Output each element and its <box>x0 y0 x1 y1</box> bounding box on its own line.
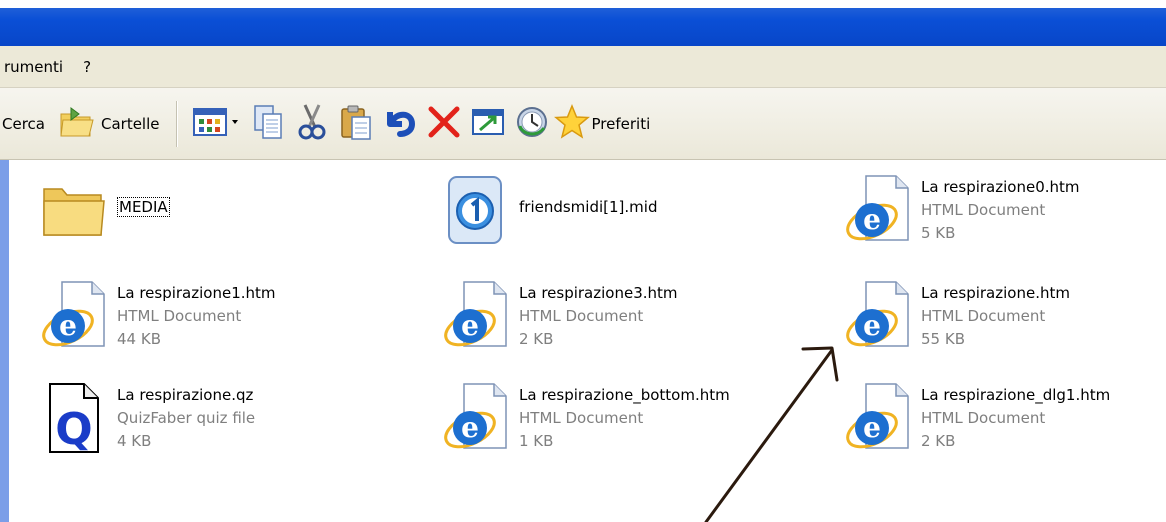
toolbar: Cerca Cartelle Preferiti <box>0 88 1166 160</box>
file-type: HTML Document <box>117 307 242 325</box>
file-size: 1 KB <box>519 432 554 450</box>
file-item-la-respirazione1[interactable]: e La respirazione1.htm HTML Document 44 … <box>33 280 276 352</box>
file-name: La respirazione3.htm <box>519 284 678 302</box>
menu-item-help[interactable]: ? <box>73 58 101 76</box>
folders-button-label: Cartelle <box>100 114 160 133</box>
undo-button[interactable] <box>381 103 419 145</box>
file-type: HTML Document <box>519 307 644 325</box>
file-item-la-respirazione[interactable]: e La respirazione.htm HTML Document 55 K… <box>837 280 1070 352</box>
menu-bar: rumenti ? <box>0 46 1166 88</box>
file-size: 2 KB <box>921 432 956 450</box>
folders-button[interactable]: Cartelle <box>51 98 166 150</box>
favorites-button-label: Preferiti <box>591 114 651 133</box>
html-document-icon: e <box>837 174 917 246</box>
file-name: La respirazione_bottom.htm <box>519 386 730 404</box>
quizfaber-file-icon: Q <box>33 382 113 454</box>
favorites-button[interactable]: Preferiti <box>553 98 657 150</box>
file-type: HTML Document <box>921 307 1046 325</box>
menu-item-strumenti[interactable]: rumenti <box>0 58 73 76</box>
history-button[interactable] <box>513 103 551 145</box>
properties-icon <box>470 104 506 144</box>
html-document-icon: e <box>435 280 515 352</box>
file-size: 4 KB <box>117 432 152 450</box>
cut-button[interactable] <box>293 103 331 145</box>
file-name: friendsmidi[1].mid <box>519 198 658 216</box>
svg-text:e: e <box>863 203 881 236</box>
svg-text:e: e <box>59 309 77 342</box>
delete-x-icon <box>426 104 462 144</box>
svg-text:e: e <box>863 309 881 342</box>
svg-text:e: e <box>461 411 479 444</box>
file-item-la-respirazione3[interactable]: e La respirazione3.htm HTML Document 2 K… <box>435 280 678 352</box>
file-name: MEDIA <box>117 197 170 217</box>
copy-to-button[interactable] <box>249 103 287 145</box>
file-type: HTML Document <box>921 409 1046 427</box>
file-name: La respirazione0.htm <box>921 178 1080 196</box>
window-title-bar <box>0 0 1166 46</box>
delete-button[interactable] <box>425 103 463 145</box>
file-name: La respirazione.htm <box>921 284 1070 302</box>
paste-button[interactable] <box>337 103 375 145</box>
file-type: HTML Document <box>519 409 644 427</box>
folders-icon <box>57 104 97 144</box>
file-size: 55 KB <box>921 330 965 348</box>
svg-text:e: e <box>461 309 479 342</box>
html-document-icon: e <box>33 280 113 352</box>
svg-text:Q: Q <box>55 404 92 454</box>
file-item-friendsmidi[interactable]: friendsmidi[1].mid <box>435 174 657 246</box>
midi-file-icon <box>435 174 515 246</box>
undo-icon <box>382 104 418 144</box>
search-button[interactable]: Cerca <box>0 98 51 150</box>
file-type: HTML Document <box>921 201 1046 219</box>
explorer-left-pane-edge <box>0 160 9 522</box>
file-name: La respirazione.qz <box>117 386 254 404</box>
properties-button[interactable] <box>469 103 507 145</box>
toolbar-separator <box>175 100 178 147</box>
star-icon <box>553 103 590 144</box>
file-item-la-respirazione-qz[interactable]: Q La respirazione.qz QuizFaber quiz file… <box>33 382 255 454</box>
file-size: 2 KB <box>519 330 554 348</box>
copy-icon <box>251 103 285 145</box>
html-document-icon: e <box>837 382 917 454</box>
file-size: 44 KB <box>117 330 161 348</box>
file-list-view: MEDIA friendsmidi[1].mid e La respirazio… <box>9 160 1166 522</box>
file-item-la-respirazione-dlg1[interactable]: e La respirazione_dlg1.htm HTML Document… <box>837 382 1110 454</box>
paste-icon <box>339 103 373 145</box>
views-icon <box>192 105 242 143</box>
html-document-icon: e <box>837 280 917 352</box>
file-size: 5 KB <box>921 224 956 242</box>
svg-text:e: e <box>863 411 881 444</box>
file-name: La respirazione1.htm <box>117 284 276 302</box>
file-name: La respirazione_dlg1.htm <box>921 386 1111 404</box>
search-button-label: Cerca <box>2 114 45 133</box>
folder-icon <box>33 174 113 246</box>
file-item-media[interactable]: MEDIA <box>33 174 170 246</box>
html-document-icon: e <box>435 382 515 454</box>
file-item-la-respirazione0[interactable]: e La respirazione0.htm HTML Document 5 K… <box>837 174 1080 246</box>
file-item-la-respirazione-bottom[interactable]: e La respirazione_bottom.htm HTML Docume… <box>435 382 730 454</box>
history-clock-icon <box>514 104 550 144</box>
file-type: QuizFaber quiz file <box>117 409 256 427</box>
scissors-icon <box>295 103 329 145</box>
views-button[interactable] <box>191 103 243 145</box>
